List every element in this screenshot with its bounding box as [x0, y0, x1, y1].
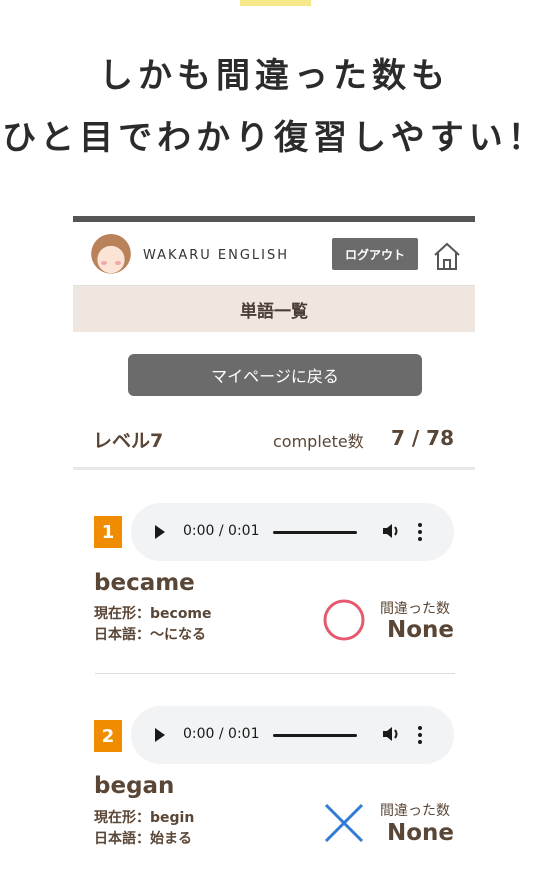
avatar-cheek-right — [115, 261, 121, 265]
word-title: became — [94, 570, 195, 596]
word-japanese: 日本語：始まる — [94, 831, 192, 847]
more-options-icon[interactable] — [416, 723, 424, 747]
play-icon[interactable] — [155, 525, 165, 539]
word-card: 1 0:00 / 0:01 became 現在形：become 日本語：〜になる… — [73, 500, 475, 700]
audio-time: 0:00 / 0:01 — [183, 523, 260, 539]
complete-label: complete数 — [273, 432, 364, 451]
audio-time: 0:00 / 0:01 — [183, 726, 260, 742]
word-number-badge: 1 — [94, 516, 122, 548]
logout-button[interactable]: ログアウト — [332, 238, 418, 270]
top-accent-bar — [240, 0, 311, 6]
word-number-badge: 2 — [94, 720, 122, 752]
more-options-icon[interactable] — [416, 520, 424, 544]
level-summary: レベル7 complete数 7 / 78 — [73, 422, 475, 454]
audio-player[interactable]: 0:00 / 0:01 — [131, 706, 454, 764]
word-present-form: 現在形：begin — [94, 810, 195, 826]
app-screen: WAKARU ENGLISH ログアウト 単語一覧 マイページに戻る レベル7 … — [73, 216, 475, 872]
word-present-form: 現在形：become — [94, 606, 212, 622]
audio-progress-track[interactable] — [273, 734, 357, 737]
complete-value: 7 / 78 — [391, 426, 454, 450]
word-title: began — [94, 773, 175, 799]
play-icon[interactable] — [155, 728, 165, 742]
headline-line-2: ひと目でわかり復習しやすい！ — [2, 118, 547, 158]
correct-circle-icon — [323, 599, 365, 641]
word-card: 2 0:00 / 0:01 began 現在形：begin 日本語：始まる 間違… — [73, 703, 475, 872]
mistake-count-label: 間違った数 — [380, 601, 450, 617]
app-header: WAKARU ENGLISH ログアウト — [73, 222, 475, 286]
page-title: 単語一覧 — [73, 286, 475, 332]
volume-icon[interactable] — [380, 723, 402, 745]
level-label: レベル7 — [93, 430, 164, 452]
audio-progress-track[interactable] — [273, 531, 357, 534]
mistake-count-value: None — [387, 617, 455, 643]
brand-name: WAKARU ENGLISH — [143, 248, 290, 263]
incorrect-cross-icon — [324, 803, 364, 843]
volume-icon[interactable] — [380, 520, 402, 542]
back-to-mypage-button[interactable]: マイページに戻る — [128, 354, 422, 396]
mistake-count-label: 間違った数 — [380, 803, 450, 819]
headline-line-1: しかも間違った数も — [99, 56, 450, 96]
level-divider — [73, 467, 475, 470]
home-icon[interactable] — [431, 240, 463, 272]
avatar — [89, 234, 133, 278]
mistake-count-value: None — [387, 820, 455, 846]
avatar-cheek-left — [101, 261, 107, 265]
word-japanese: 日本語：〜になる — [94, 627, 206, 643]
card-divider — [95, 673, 455, 674]
audio-player[interactable]: 0:00 / 0:01 — [131, 503, 454, 561]
